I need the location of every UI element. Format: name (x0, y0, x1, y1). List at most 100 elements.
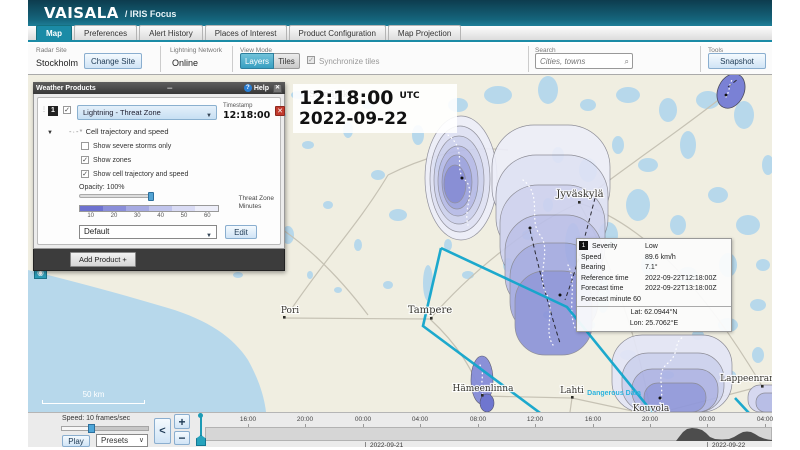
brand-header: VAISALA / IRIS Focus (28, 0, 772, 26)
show-trajectory-checkbox[interactable]: ✓ (81, 170, 89, 178)
expander-icon[interactable]: ▼ (47, 130, 53, 136)
panel-body: ⋮⋮ 1 ✓ Lightning - Threat Zone ▼ Timesta… (33, 94, 285, 249)
tooltip-row: Bearing7.1° (581, 263, 727, 274)
product-enabled-checkbox[interactable]: ✓ (63, 106, 71, 114)
tab-map[interactable]: Map (36, 25, 72, 40)
presets-select[interactable]: Presets ∨ (96, 434, 148, 447)
timeline-tick: 20:00 (297, 416, 313, 423)
tooltip-divider (577, 306, 731, 307)
product-group: ⋮⋮ 1 ✓ Lightning - Threat Zone ▼ Timesta… (37, 97, 281, 245)
threat-zone-cell-east[interactable] (748, 385, 772, 412)
clock-time: 12:18:00 (299, 87, 394, 109)
search-box: ⌕ (535, 53, 633, 69)
synchronize-tiles-label: Synchronize tiles (319, 57, 379, 66)
product-select[interactable]: Lightning - Threat Zone ▼ (77, 105, 217, 120)
legend-caption: Threat Zone Minutes (239, 195, 274, 210)
scale-bar-bracket (42, 400, 145, 404)
tooltip-forecast-minute: Forecast minute 60 (581, 295, 727, 306)
legend-ticks: 10 20 30 40 50 60 (79, 213, 219, 219)
city-label-jyvaskyla: Jyväskylä (555, 189, 603, 200)
help-icon[interactable]: ? (244, 84, 252, 92)
legend-tick: 40 (149, 213, 172, 219)
play-button[interactable]: Play (62, 435, 90, 447)
timeline-zoom-in-button[interactable]: + (174, 414, 190, 429)
snapshot-button[interactable]: Snapshot (708, 53, 766, 69)
synchronize-tiles-checkbox[interactable]: ✓ (307, 56, 315, 64)
map-canvas[interactable]: Seinäjoki Jyväskylä Pori Tampere Hämeenl… (28, 75, 772, 412)
preset-select-value: Default (84, 227, 109, 236)
tab-places-of-interest[interactable]: Places of Interest (205, 25, 287, 40)
timestamp-value: 12:18:00 (223, 110, 270, 121)
speed-label: Speed: 10 frames/sec (62, 415, 130, 422)
tab-product-configuration[interactable]: Product Configuration (289, 25, 386, 40)
remove-product-icon[interactable]: ✕ (275, 106, 285, 116)
change-site-button[interactable]: Change Site (84, 53, 142, 69)
speed-slider-fill (62, 427, 90, 430)
product-row: ⋮⋮ 1 ✓ Lightning - Threat Zone ▼ Timesta… (41, 102, 277, 120)
tab-alert-history[interactable]: Alert History (139, 25, 203, 40)
tooltip-row: SeverityLow (581, 242, 727, 253)
trajectory-line-icon: -·-* (69, 127, 83, 136)
toolbar-divider (700, 46, 701, 72)
timeline-tick: 04:00 (757, 416, 773, 423)
opacity-label: Opacity: 100% (79, 184, 277, 191)
help-label[interactable]: Help (254, 85, 269, 92)
trajectory-row: ▼ -·-* Cell trajectory and speed (47, 127, 277, 136)
option-row: Show severe storms only (81, 142, 277, 150)
timeline-tick: 08:00 (470, 416, 486, 423)
chevron-down-icon: ∨ (139, 435, 144, 446)
show-zones-checkbox[interactable]: ✓ (81, 156, 89, 164)
city-label-kouvola: Kouvola (633, 404, 670, 412)
panel-drag-handle[interactable]: ▬ (96, 85, 244, 91)
collapse-timeline-button[interactable]: < (154, 418, 171, 444)
current-time-marker-knob[interactable] (198, 413, 203, 418)
timeline-zoom-out-button[interactable]: − (174, 431, 190, 445)
preset-select[interactable]: Default ▼ (79, 225, 217, 239)
show-severe-storms-label: Show severe storms only (93, 143, 171, 150)
city-label-lappeenranta: Lappeenranta (720, 374, 772, 384)
timeline-tick: 20:00 (642, 416, 658, 423)
tiles-button[interactable]: Tiles (274, 53, 300, 69)
map-clock-overlay: 12:18:00UTC 2022-09-22 (293, 84, 457, 133)
toolbar-divider (160, 46, 161, 72)
weather-products-panel: Weather Products ▬ ? Help ✕ ⋮⋮ 1 ✓ Light… (33, 82, 285, 271)
opacity-slider-handle[interactable] (148, 192, 154, 201)
timeline-tick: 00:00 (699, 416, 715, 423)
clock-date: 2022-09-22 (299, 109, 451, 129)
threat-zone-cell-kouvola[interactable] (612, 335, 732, 412)
legend-segment (103, 206, 126, 211)
show-severe-storms-checkbox[interactable] (81, 142, 89, 150)
toolbar-divider (232, 46, 233, 72)
vaisala-logo: VAISALA (44, 4, 119, 22)
city-label-hameenlinna: Hämeenlinna (453, 384, 515, 394)
panel-close-icon[interactable]: ✕ (273, 84, 282, 93)
tooltip-lon: Lon: 25.7062°E (581, 319, 727, 330)
tooltip-row: Forecast time2022-09-22T13:18:00Z (581, 284, 727, 295)
trajectory-label: Cell trajectory and speed (86, 127, 169, 136)
tab-map-projection[interactable]: Map Projection (388, 25, 461, 40)
legend-segment (80, 206, 103, 211)
radar-site-label: Radar Site (36, 47, 67, 54)
search-input[interactable] (536, 54, 618, 68)
speed-slider[interactable] (61, 426, 149, 431)
dangerous-data-watermark: Dangerous Data (587, 390, 641, 397)
panel-title: Weather Products (36, 85, 96, 92)
show-trajectory-label: Show cell trajectory and speed (93, 171, 188, 178)
tab-preferences[interactable]: Preferences (74, 25, 137, 40)
preset-row: Default ▼ Edit (79, 225, 277, 239)
timestamp-label: Timestamp (223, 103, 252, 109)
timeline-tick: 16:00 (240, 416, 256, 423)
add-product-button[interactable]: Add Product + (70, 252, 136, 267)
playback-bar: Speed: 10 frames/sec Play Presets ∨ < + … (28, 412, 772, 447)
panel-titlebar[interactable]: Weather Products ▬ ? Help ✕ (33, 82, 285, 94)
lightning-network-status: Online (172, 58, 198, 68)
edit-button[interactable]: Edit (225, 225, 257, 239)
timeline-date: 2022-09-22 (712, 442, 745, 449)
opacity-slider[interactable] (79, 194, 153, 198)
legend-tick: 10 (79, 213, 102, 219)
speed-slider-handle[interactable] (88, 424, 95, 433)
radar-site-value: Stockholm (36, 58, 78, 68)
layers-button[interactable]: Layers (240, 53, 274, 69)
map-scale-bar: 50 km (42, 390, 145, 404)
option-row: ✓ Show cell trajectory and speed (81, 170, 277, 178)
